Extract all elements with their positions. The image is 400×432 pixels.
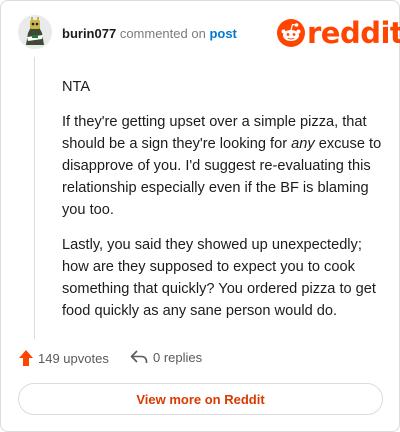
- comment-meta: burin077 commented on post: [62, 26, 237, 41]
- user-avatar[interactable]: [18, 15, 52, 49]
- comment-footer: 149 upvotes 0 replies: [18, 349, 378, 371]
- upvote-control[interactable]: 149 upvotes: [18, 349, 109, 367]
- comment-paragraph: NTA: [62, 79, 91, 95]
- reply-count: 0 replies: [153, 349, 203, 365]
- upvote-count: 149 upvotes: [38, 350, 109, 366]
- embedded-comment-card: burin077 commented on post reddit NTA If…: [0, 0, 400, 432]
- upvote-arrow-icon: [19, 350, 33, 366]
- post-link[interactable]: post: [209, 26, 236, 41]
- reddit-logo[interactable]: reddit: [277, 17, 400, 49]
- username-link[interactable]: burin077: [62, 26, 116, 41]
- thread-line: [34, 57, 35, 339]
- view-more-button[interactable]: View more on Reddit: [18, 383, 383, 415]
- reply-arrow-icon: [130, 350, 148, 363]
- comment-paragraph: If they're getting upset over a simple p…: [62, 114, 382, 218]
- comment-paragraph: Lastly, you said they showed up unexpect…: [62, 237, 376, 319]
- comment-body: NTA If they're getting upset over a simp…: [62, 76, 382, 335]
- emphasis-text: any: [291, 136, 315, 152]
- action-text: commented on: [119, 26, 206, 41]
- reddit-snoo-icon: [277, 19, 305, 47]
- comment-header: burin077 commented on post reddit: [18, 15, 400, 55]
- reply-control[interactable]: 0 replies: [130, 349, 202, 365]
- reddit-wordmark: reddit: [307, 16, 400, 50]
